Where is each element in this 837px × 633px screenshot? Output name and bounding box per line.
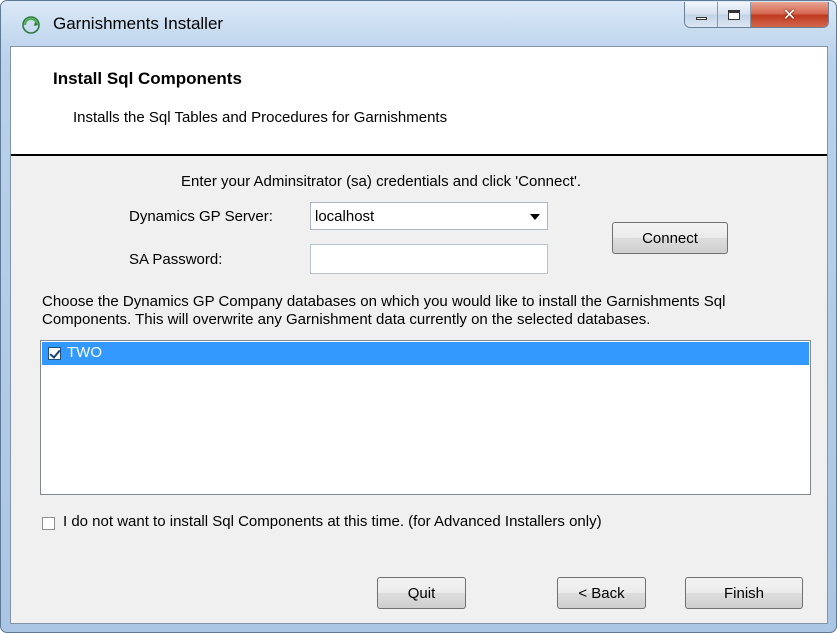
installer-app-icon (22, 16, 40, 34)
maximize-button[interactable] (718, 2, 751, 27)
sa-password-input[interactable] (310, 244, 548, 274)
server-combobox[interactable]: localhost (310, 202, 548, 230)
title-bar[interactable]: Garnishments Installer ✕ (1, 1, 836, 45)
quit-button[interactable]: Quit (377, 577, 466, 609)
server-label: Dynamics GP Server: (129, 208, 273, 225)
checkmark-icon (49, 347, 61, 359)
database-instruction: Choose the Dynamics GP Company databases… (42, 293, 726, 328)
finish-button[interactable]: Finish (685, 577, 803, 609)
page-title: Install Sql Components (53, 69, 242, 88)
minimize-button[interactable] (685, 2, 718, 27)
server-value: localhost (315, 208, 375, 225)
maximize-icon (728, 9, 740, 20)
page-subtitle: Installs the Sql Tables and Procedures f… (73, 109, 448, 126)
back-button[interactable]: < Back (557, 577, 646, 609)
skip-install-checkbox[interactable] (42, 517, 55, 530)
minimize-icon (695, 17, 707, 20)
database-name: TWO (67, 344, 102, 361)
close-icon: ✕ (782, 5, 797, 24)
skip-install-label[interactable]: I do not want to install Sql Components … (63, 513, 602, 530)
credentials-instruction: Enter your Adminsitrator (sa) credential… (181, 173, 582, 190)
database-checkbox[interactable] (48, 347, 61, 360)
wizard-header: Install Sql Components Installs the Sql … (11, 47, 827, 154)
header-divider (11, 154, 827, 156)
close-button[interactable]: ✕ (751, 2, 828, 27)
dialog-client-area: Install Sql Components Installs the Sql … (10, 46, 828, 624)
connect-button[interactable]: Connect (612, 222, 728, 254)
password-label: SA Password: (129, 251, 223, 268)
database-listbox[interactable]: TWO (40, 340, 811, 495)
window-title: Garnishments Installer (53, 14, 224, 33)
dropdown-arrow-icon[interactable] (530, 214, 540, 220)
list-item[interactable]: TWO (42, 342, 809, 365)
installer-window: Garnishments Installer ✕ Install Sql Com… (0, 0, 837, 633)
caption-buttons: ✕ (684, 2, 829, 28)
